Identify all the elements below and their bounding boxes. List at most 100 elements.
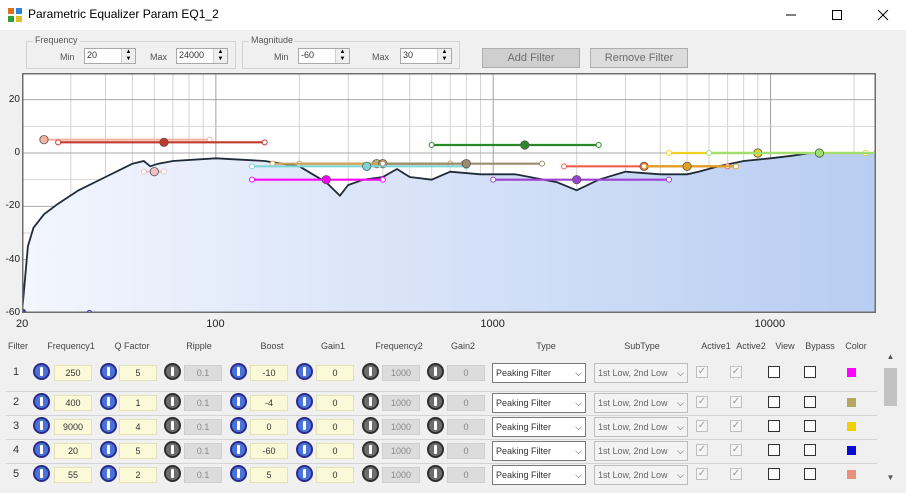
knob-icon[interactable] [427,465,444,482]
spinner-arrows-icon[interactable]: ▲ ▼ [335,49,349,63]
column-header[interactable]: Bypass [804,341,836,351]
add-filter-button[interactable]: Add Filter [482,48,580,68]
frequency-max-spinner[interactable]: 24000 ▲ ▼ [176,48,228,64]
type-dropdown[interactable]: Peaking Filter ⌵ [492,393,586,413]
knob-icon[interactable] [296,363,313,380]
column-header[interactable]: Frequency1 [44,341,98,351]
type-dropdown[interactable]: Peaking Filter ⌵ [492,417,586,437]
table-row[interactable]: 4 20 5 0.1 -60 0 1000 0 Peaking Filter ⌵ 1st Low, … [6,440,877,462]
column-header[interactable]: Gain2 [448,341,478,351]
subtype-dropdown[interactable]: 1st Low, 2nd Low ⌵ [594,363,688,383]
active1-checkbox[interactable]: ✓ [696,468,708,480]
knob-icon[interactable] [164,441,181,458]
column-header[interactable]: Ripple [182,341,216,351]
table-scrollbar[interactable]: ▲ ▼ [882,350,899,487]
boost-value[interactable]: -10 [250,365,288,381]
frequency1-value[interactable]: 20 [54,443,92,459]
close-button[interactable] [860,0,906,30]
view-checkbox[interactable] [768,396,780,408]
frequency-min-spinner[interactable]: 20 ▲ ▼ [84,48,136,64]
color-swatch[interactable] [847,446,856,455]
color-swatch[interactable] [847,398,856,407]
type-dropdown[interactable]: Peaking Filter ⌵ [492,363,586,383]
gain1-value[interactable]: 0 [316,419,354,435]
type-dropdown[interactable]: Peaking Filter ⌵ [492,441,586,461]
column-header[interactable]: Active2 [734,341,768,351]
bypass-checkbox[interactable] [804,444,816,456]
column-header[interactable]: Frequency2 [370,341,428,351]
active1-checkbox[interactable]: ✓ [696,420,708,432]
knob-icon[interactable] [33,417,50,434]
frequency1-value[interactable]: 9000 [54,419,92,435]
eq-response-chart[interactable] [22,73,876,313]
type-dropdown[interactable]: Peaking Filter ⌵ [492,465,586,485]
column-header[interactable]: Boost [252,341,292,351]
knob-icon[interactable] [33,363,50,380]
scroll-down-icon[interactable]: ▼ [882,473,899,487]
active2-checkbox[interactable]: ✓ [730,444,742,456]
column-header[interactable]: View [774,341,796,351]
boost-value[interactable]: 0 [250,419,288,435]
view-checkbox[interactable] [768,420,780,432]
gain1-value[interactable]: 0 [316,443,354,459]
column-header[interactable]: Color [844,341,868,351]
gain1-value[interactable]: 0 [316,365,354,381]
bypass-checkbox[interactable] [804,366,816,378]
bypass-checkbox[interactable] [804,420,816,432]
magnitude-max-spinner[interactable]: 30 ▲ ▼ [400,48,452,64]
view-checkbox[interactable] [768,468,780,480]
boost-value[interactable]: 5 [250,467,288,483]
knob-icon[interactable] [100,465,117,482]
eq-chart-svg[interactable] [22,73,876,313]
color-swatch[interactable] [847,470,856,479]
subtype-dropdown[interactable]: 1st Low, 2nd Low ⌵ [594,465,688,485]
knob-icon[interactable] [230,393,247,410]
maximize-button[interactable] [814,0,860,30]
column-header[interactable]: Q Factor [110,341,154,351]
remove-filter-button[interactable]: Remove Filter [590,48,688,68]
knob-icon[interactable] [230,363,247,380]
color-swatch[interactable] [847,422,856,431]
knob-icon[interactable] [296,393,313,410]
knob-icon[interactable] [427,441,444,458]
knob-icon[interactable] [164,417,181,434]
frequency1-value[interactable]: 250 [54,365,92,381]
knob-icon[interactable] [100,363,117,380]
q-factor-value[interactable]: 5 [119,365,157,381]
bypass-checkbox[interactable] [804,396,816,408]
table-row[interactable]: 1 250 5 0.1 -10 0 1000 0 Peaking Filter ⌵ 1st Low,… [6,362,877,384]
bypass-checkbox[interactable] [804,468,816,480]
subtype-dropdown[interactable]: 1st Low, 2nd Low ⌵ [594,393,688,413]
knob-icon[interactable] [427,393,444,410]
subtype-dropdown[interactable]: 1st Low, 2nd Low ⌵ [594,441,688,461]
subtype-dropdown[interactable]: 1st Low, 2nd Low ⌵ [594,417,688,437]
knob-icon[interactable] [230,441,247,458]
knob-icon[interactable] [362,417,379,434]
active1-checkbox[interactable]: ✓ [696,444,708,456]
knob-icon[interactable] [362,393,379,410]
knob-icon[interactable] [164,363,181,380]
table-row[interactable]: 2 400 1 0.1 -4 0 1000 0 Peaking Filter ⌵ 1st Low, … [6,392,877,414]
active1-checkbox[interactable]: ✓ [696,396,708,408]
q-factor-value[interactable]: 1 [119,395,157,411]
spinner-arrows-icon[interactable]: ▲ ▼ [213,49,227,63]
active2-checkbox[interactable]: ✓ [730,396,742,408]
active2-checkbox[interactable]: ✓ [730,366,742,378]
column-header[interactable]: Type [534,341,558,351]
magnitude-min-spinner[interactable]: -60 ▲ ▼ [298,48,350,64]
column-header[interactable]: SubType [622,341,662,351]
minimize-button[interactable] [768,0,814,30]
spinner-arrows-icon[interactable]: ▲ ▼ [121,49,135,63]
table-row[interactable]: 5 55 2 0.1 5 0 1000 0 Peaking Filter ⌵ 1st Low, 2n… [6,464,877,486]
knob-icon[interactable] [100,393,117,410]
knob-icon[interactable] [362,465,379,482]
gain1-value[interactable]: 0 [316,467,354,483]
q-factor-value[interactable]: 5 [119,443,157,459]
frequency1-value[interactable]: 55 [54,467,92,483]
knob-icon[interactable] [362,441,379,458]
q-factor-value[interactable]: 4 [119,419,157,435]
scrollbar-thumb[interactable] [884,368,897,406]
knob-icon[interactable] [230,465,247,482]
knob-icon[interactable] [100,417,117,434]
knob-icon[interactable] [100,441,117,458]
